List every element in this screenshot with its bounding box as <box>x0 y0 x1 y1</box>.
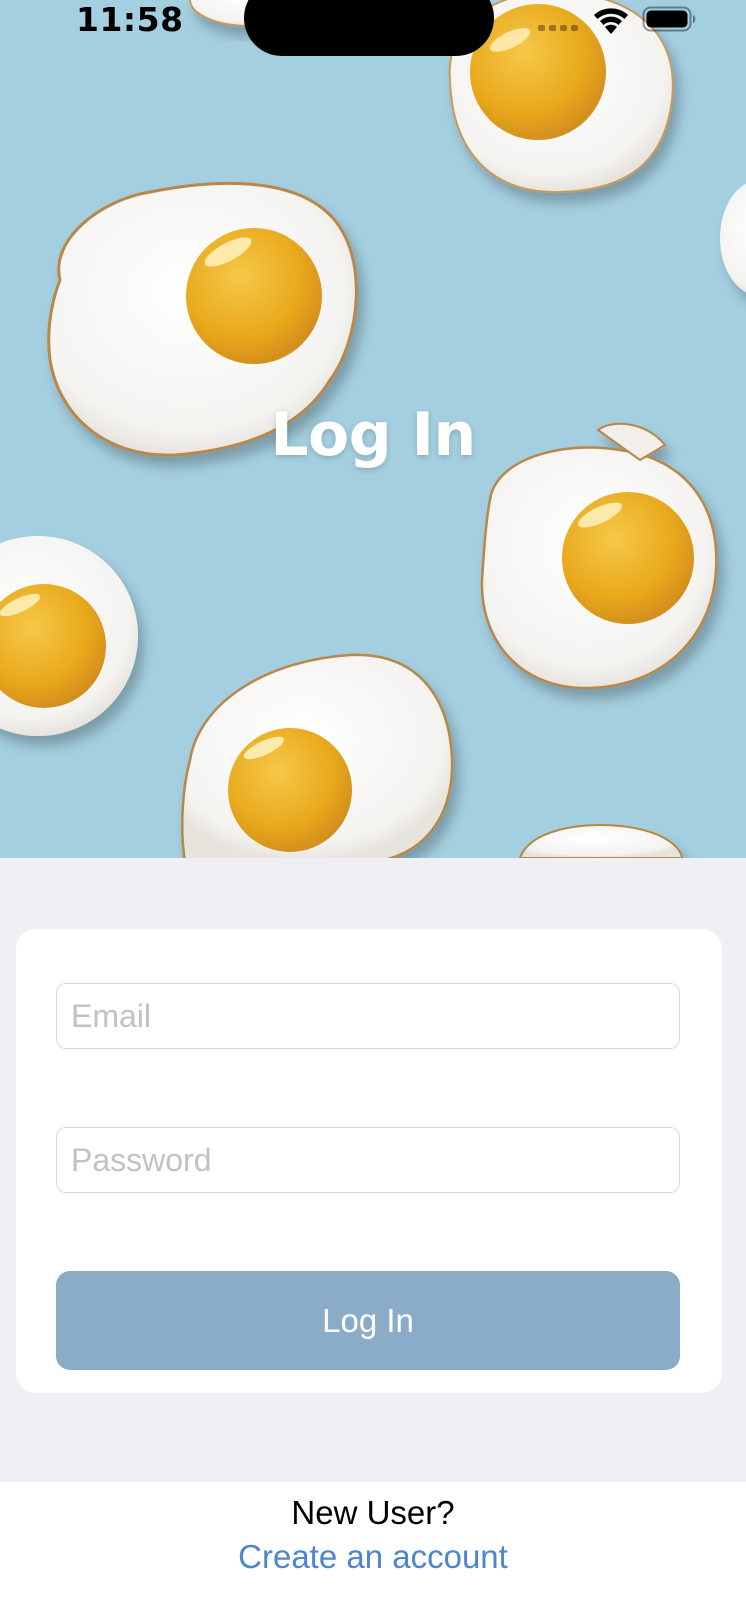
login-form-card: Log In <box>16 929 722 1393</box>
cellular-signal-icon <box>538 25 578 31</box>
new-user-prompt: New User? <box>291 1494 455 1531</box>
dynamic-island <box>244 0 494 56</box>
wifi-icon <box>594 8 628 34</box>
page-title: Log In <box>270 400 476 470</box>
status-time: 11:58 <box>76 0 184 39</box>
signup-footer: New User? Create an account <box>0 1482 746 1618</box>
login-button[interactable]: Log In <box>56 1271 680 1370</box>
password-field[interactable] <box>56 1127 680 1193</box>
create-account-link[interactable]: Create an account <box>0 1538 746 1576</box>
status-bar: 11:58 <box>0 0 746 60</box>
hero-banner: 11:58 Log In <box>0 0 746 858</box>
email-field[interactable] <box>56 983 680 1049</box>
battery-icon <box>642 6 696 32</box>
